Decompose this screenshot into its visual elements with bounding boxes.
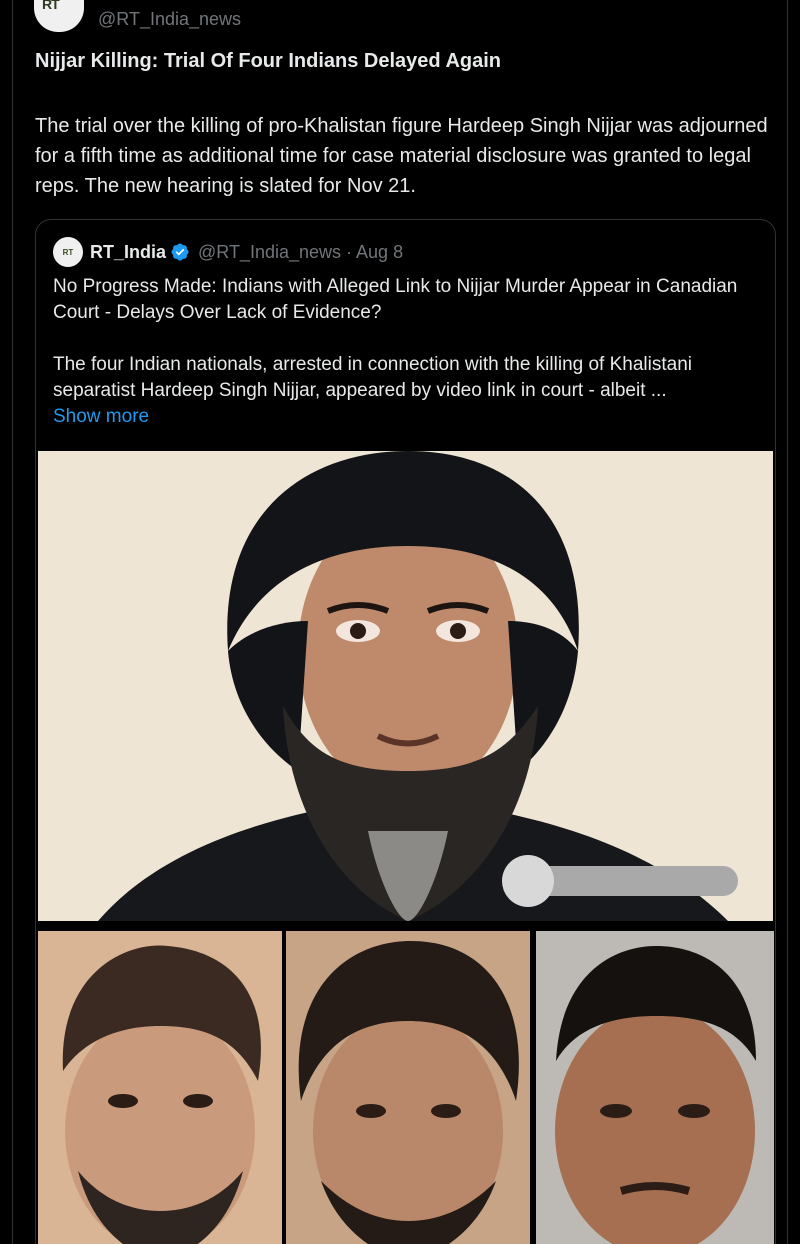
suspect-photo-2-illustration <box>286 931 530 1244</box>
suspect-photo-3[interactable] <box>536 931 774 1244</box>
post-container: RT @RT_India_news Nijjar Killing: Trial … <box>12 0 788 1244</box>
show-more-link[interactable]: Show more <box>53 404 149 430</box>
suspect-photo-1[interactable] <box>38 931 282 1244</box>
quote-body: The four Indian nationals, arrested in c… <box>53 354 692 401</box>
avatar[interactable]: RT <box>34 0 84 32</box>
post-header: RT @RT_India_news <box>34 0 241 32</box>
quote-avatar-logo: RT <box>62 247 74 257</box>
suspect-photo-2[interactable] <box>286 931 530 1244</box>
suspect-photo-3-illustration <box>536 931 774 1244</box>
rt-logo: RT <box>42 0 60 12</box>
quote-media[interactable] <box>36 449 775 1244</box>
quoted-post[interactable]: RT RT_India @RT_India_news · Aug 8 No Pr… <box>35 219 776 1244</box>
quote-avatar[interactable]: RT <box>53 237 83 267</box>
quote-title: No Progress Made: Indians with Alleged L… <box>53 276 738 323</box>
suspect-photo-1-illustration <box>38 931 282 1244</box>
post-handle[interactable]: @RT_India_news <box>98 9 241 30</box>
quote-header: RT RT_India @RT_India_news · Aug 8 <box>53 237 403 267</box>
post-title: Nijjar Killing: Trial Of Four Indians De… <box>35 50 501 72</box>
quote-handle-date[interactable]: @RT_India_news · Aug 8 <box>198 242 403 263</box>
main-photo[interactable] <box>38 451 773 921</box>
main-photo-illustration <box>38 451 773 921</box>
post-body: The trial over the killing of pro-Khalis… <box>35 115 768 197</box>
verified-badge-icon <box>171 243 189 261</box>
quote-author-name[interactable]: RT_India <box>90 242 166 263</box>
